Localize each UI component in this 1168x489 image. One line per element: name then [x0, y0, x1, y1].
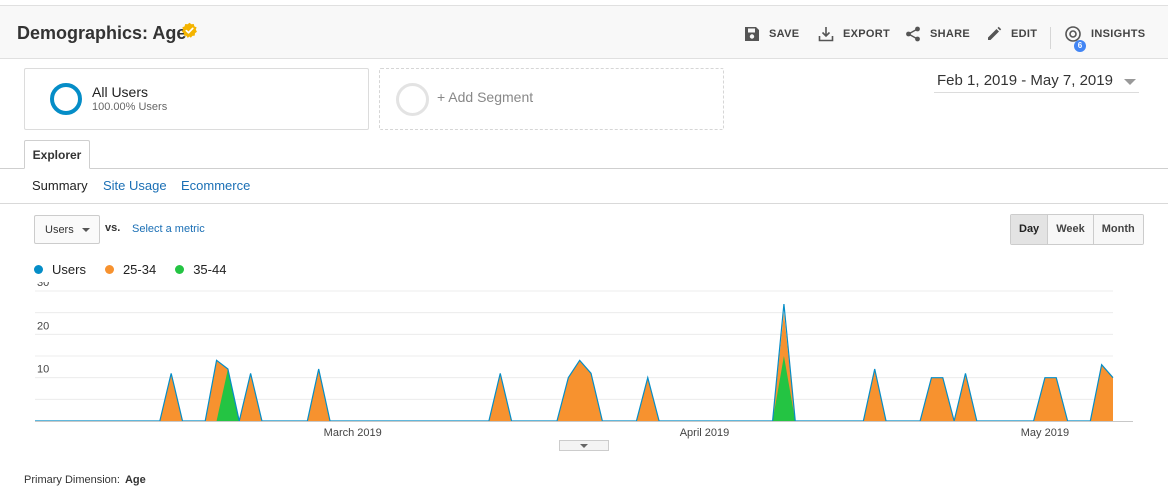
edit-button[interactable]: EDIT: [986, 24, 1037, 44]
save-label: SAVE: [769, 28, 800, 40]
tab-divider: [0, 168, 1168, 169]
vs-label: vs.: [105, 222, 121, 234]
primary-dimension: Primary Dimension: Age: [24, 474, 146, 486]
granularity-toggle: Day Week Month: [1010, 214, 1144, 245]
segment-ring-icon: [50, 83, 82, 115]
segment-name: All Users: [92, 84, 149, 100]
date-range-picker[interactable]: Feb 1, 2019 - May 7, 2019: [934, 71, 1139, 93]
tab-explorer[interactable]: Explorer: [24, 140, 90, 169]
edit-icon: [988, 26, 1002, 40]
granularity-month-button[interactable]: Month: [1092, 215, 1143, 244]
y-tick-label: 20: [37, 320, 49, 332]
y-tick-label: 10: [37, 364, 49, 376]
granularity-day-button[interactable]: Day: [1011, 215, 1048, 244]
metric-select-value: Users: [45, 224, 74, 236]
legend-dot-35-44: [175, 265, 185, 274]
legend-item-35-44: 35-44: [175, 262, 226, 277]
series-area-25-34: [35, 312, 1113, 421]
legend-label: Users: [52, 262, 86, 277]
export-button[interactable]: EXPORT: [818, 24, 890, 44]
y-tick-label: 30: [37, 282, 49, 289]
share-button[interactable]: SHARE: [905, 24, 970, 44]
x-tick-label: May 2019: [1021, 427, 1069, 439]
date-range-text: Feb 1, 2019 - May 7, 2019: [937, 72, 1113, 89]
metric-select[interactable]: Users: [34, 215, 100, 244]
legend-label: 25-34: [122, 262, 157, 277]
users-over-time-chart: 10 20 30 March 2019 April 2019 May 2019: [35, 282, 1133, 439]
legend-dot-25-34: [104, 265, 114, 274]
legend-dot-users: [34, 265, 43, 274]
legend-label: 35-44: [193, 262, 227, 277]
primary-dimension-value[interactable]: Age: [125, 474, 146, 486]
chart-legend: Users 25-34 35-44: [34, 262, 245, 277]
edit-label: EDIT: [1011, 28, 1038, 40]
add-segment-button[interactable]: + Add Segment: [379, 68, 724, 130]
verified-badge-icon: [181, 22, 197, 38]
toolbar-divider: [1050, 27, 1051, 49]
chevron-down-icon: [580, 444, 588, 448]
page-title: Demographics: Age: [17, 23, 187, 43]
subtab-site-usage[interactable]: Site Usage: [103, 178, 167, 193]
subtab-ecommerce[interactable]: Ecommerce: [181, 178, 250, 193]
granularity-week-button[interactable]: Week: [1047, 215, 1093, 244]
primary-dimension-label: Primary Dimension:: [24, 474, 120, 486]
chevron-down-icon: [1124, 79, 1136, 85]
select-metric-link[interactable]: Select a metric: [132, 223, 205, 235]
save-button[interactable]: SAVE: [744, 24, 799, 44]
subtab-summary[interactable]: Summary: [32, 178, 88, 193]
chevron-down-icon: [82, 228, 90, 232]
empty-segment-ring-icon: [396, 83, 429, 116]
x-tick-label: April 2019: [680, 427, 730, 439]
export-icon: [818, 27, 834, 42]
add-segment-label: + Add Segment: [437, 89, 534, 105]
subtab-divider: [0, 203, 1168, 204]
segment-detail: 100.00% Users: [92, 101, 168, 113]
x-tick-label: March 2019: [324, 427, 382, 439]
chart-collapse-handle[interactable]: [559, 440, 609, 451]
insights-count-badge: 6: [1074, 40, 1086, 52]
export-label: EXPORT: [843, 28, 891, 40]
legend-item-users: Users: [34, 262, 86, 277]
segment-all-users[interactable]: All Users 100.00% Users: [24, 68, 369, 130]
insights-label: INSIGHTS: [1091, 28, 1146, 40]
share-icon: [906, 26, 920, 42]
legend-item-25-34: 25-34: [104, 262, 157, 277]
save-icon: [745, 27, 759, 41]
share-label: SHARE: [930, 28, 971, 40]
